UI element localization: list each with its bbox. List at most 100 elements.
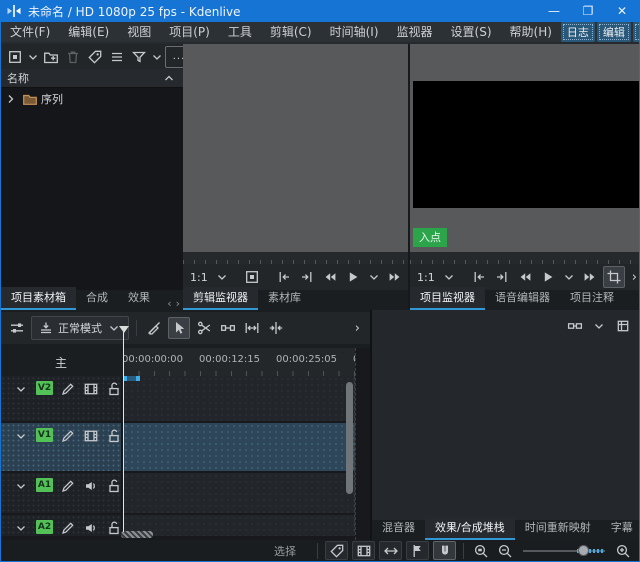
track-header-v2[interactable]: V2 bbox=[1, 376, 121, 421]
insert-zone-button[interactable] bbox=[242, 267, 262, 287]
save-stack-icon[interactable] bbox=[615, 318, 631, 334]
play-button[interactable] bbox=[343, 267, 363, 287]
timeline-horizontal-scrollbar[interactable] bbox=[121, 531, 153, 538]
zoom-slider-handle[interactable] bbox=[578, 545, 589, 556]
snap-button[interactable] bbox=[433, 541, 456, 560]
add-clip-dropdown[interactable] bbox=[27, 47, 39, 67]
track-header-a2[interactable]: A2 bbox=[1, 515, 121, 536]
mix-clips-button[interactable] bbox=[144, 318, 164, 338]
tab-scroll-right[interactable]: › bbox=[176, 297, 180, 310]
tab-effect-stack[interactable]: 效果/合成堆栈 bbox=[425, 517, 515, 540]
lock-open-icon[interactable] bbox=[106, 478, 122, 494]
lock-open-icon[interactable] bbox=[106, 381, 122, 397]
menu-settings[interactable]: 设置(S) bbox=[442, 22, 501, 42]
minimize-button[interactable]: — bbox=[537, 0, 571, 22]
play-options-chevron-icon[interactable] bbox=[366, 269, 382, 285]
edit-track-icon[interactable] bbox=[60, 428, 76, 444]
workspace-editing[interactable]: 编辑 bbox=[596, 22, 631, 42]
timeline-master-button[interactable]: 主 bbox=[1, 348, 121, 376]
track-badge[interactable]: A2 bbox=[36, 520, 53, 534]
mute-icon[interactable] bbox=[83, 520, 99, 536]
project-monitor-ruler[interactable] bbox=[410, 252, 639, 264]
zone-mode-button[interactable] bbox=[602, 266, 625, 288]
spacer-tool-button[interactable] bbox=[218, 318, 238, 338]
play-button[interactable] bbox=[538, 267, 558, 287]
project-monitor-zoom-level[interactable]: 1:1 bbox=[414, 271, 438, 284]
set-in-point-button[interactable] bbox=[469, 267, 489, 287]
chevron-down-icon[interactable] bbox=[441, 269, 457, 285]
bin-name-column-header[interactable]: 名称 bbox=[1, 69, 183, 88]
toolbar-overflow-button[interactable]: › bbox=[628, 270, 639, 285]
tab-library[interactable]: 素材库 bbox=[258, 287, 311, 310]
fit-zoom-button[interactable] bbox=[242, 318, 262, 338]
mute-icon[interactable] bbox=[83, 478, 99, 494]
menu-view[interactable]: 视图 bbox=[118, 22, 160, 42]
collapse-track-icon[interactable] bbox=[13, 520, 29, 536]
chevron-down-icon[interactable] bbox=[214, 269, 230, 285]
menu-file[interactable]: 文件(F) bbox=[1, 22, 59, 42]
razor-tool-button[interactable] bbox=[194, 318, 214, 338]
clip-monitor-display[interactable] bbox=[183, 44, 408, 252]
zoom-in-button[interactable] bbox=[613, 541, 633, 561]
track-lane-a2[interactable] bbox=[123, 515, 356, 536]
add-clip-button[interactable] bbox=[5, 47, 25, 67]
filter-button[interactable] bbox=[129, 47, 149, 67]
track-lane-a1[interactable] bbox=[123, 473, 356, 513]
track-badge[interactable]: V2 bbox=[36, 381, 53, 395]
collapse-track-icon[interactable] bbox=[13, 381, 29, 397]
track-badge[interactable]: A1 bbox=[36, 478, 53, 492]
delete-button[interactable] bbox=[63, 47, 83, 67]
close-button[interactable]: ✕ bbox=[605, 0, 639, 22]
timeline-vertical-scrollbar[interactable] bbox=[346, 382, 353, 494]
timeline-zone-bar[interactable] bbox=[123, 376, 140, 381]
slip-tool-button[interactable] bbox=[266, 318, 286, 338]
edit-track-icon[interactable] bbox=[60, 478, 76, 494]
menu-project[interactable]: 项目(P) bbox=[160, 22, 219, 42]
tab-compositions[interactable]: 合成 bbox=[76, 287, 118, 310]
timeline-zoom-slider[interactable] bbox=[523, 542, 605, 559]
tags-button[interactable] bbox=[85, 47, 105, 67]
track-header-v1[interactable]: V1 bbox=[1, 423, 121, 471]
tab-time-remap[interactable]: 时间重新映射 bbox=[515, 517, 601, 540]
set-out-point-button[interactable] bbox=[297, 267, 317, 287]
rewind-button[interactable] bbox=[515, 267, 535, 287]
filter-dropdown[interactable] bbox=[151, 47, 163, 67]
tab-subtitles[interactable]: 字幕 bbox=[601, 517, 639, 540]
project-monitor-display[interactable]: 入点 bbox=[410, 44, 639, 252]
menu-edit[interactable]: 编辑(E) bbox=[59, 22, 118, 42]
video-enable-icon[interactable] bbox=[83, 381, 99, 397]
edit-mode-dropdown[interactable]: 正常模式 bbox=[31, 316, 129, 340]
track-settings-button[interactable] bbox=[7, 318, 27, 338]
tab-project-bin[interactable]: 项目素材箱 bbox=[1, 287, 76, 310]
forward-button[interactable] bbox=[580, 267, 600, 287]
timeline-ruler[interactable]: 00:00:00:0000:00:12:1500:00:25:0500:0 bbox=[123, 348, 356, 376]
clip-monitor-zoom-level[interactable]: 1:1 bbox=[187, 271, 211, 284]
maximize-button[interactable]: ❐ bbox=[571, 0, 605, 22]
set-out-point-button[interactable] bbox=[492, 267, 512, 287]
tab-project-notes[interactable]: 项目注释 bbox=[560, 287, 624, 310]
toolbar-overflow-button[interactable]: › bbox=[351, 321, 364, 336]
workspace-logging[interactable]: 日志 bbox=[560, 22, 595, 42]
view-mode-button[interactable] bbox=[107, 47, 127, 67]
track-header-a1[interactable]: A1 bbox=[1, 473, 121, 513]
track-lane-v1[interactable] bbox=[123, 423, 356, 471]
audio-thumbnails-button[interactable] bbox=[379, 541, 402, 560]
lock-open-icon[interactable] bbox=[106, 428, 122, 444]
edit-track-icon[interactable] bbox=[60, 520, 76, 536]
tab-mixer[interactable]: 混音器 bbox=[372, 517, 425, 540]
edit-track-icon[interactable] bbox=[60, 381, 76, 397]
rewind-button[interactable] bbox=[320, 267, 340, 287]
menu-tools[interactable]: 工具 bbox=[219, 22, 261, 42]
tab-clip-monitor[interactable]: 剪辑监视器 bbox=[183, 287, 258, 310]
compare-split-icon[interactable] bbox=[567, 318, 583, 334]
bin-folder-item[interactable]: 序列 bbox=[1, 88, 183, 110]
create-folder-button[interactable] bbox=[41, 47, 61, 67]
expander-icon[interactable] bbox=[3, 91, 19, 107]
video-thumbnails-button[interactable] bbox=[352, 541, 375, 560]
tab-scroll-left[interactable]: ‹ bbox=[167, 297, 171, 310]
menu-monitor[interactable]: 监视器 bbox=[388, 22, 442, 42]
tab-project-monitor[interactable]: 项目监视器 bbox=[410, 287, 485, 310]
zoom-out-button[interactable] bbox=[495, 541, 515, 561]
workspace-audio[interactable]: 音频 bbox=[632, 22, 639, 42]
forward-button[interactable] bbox=[385, 267, 405, 287]
